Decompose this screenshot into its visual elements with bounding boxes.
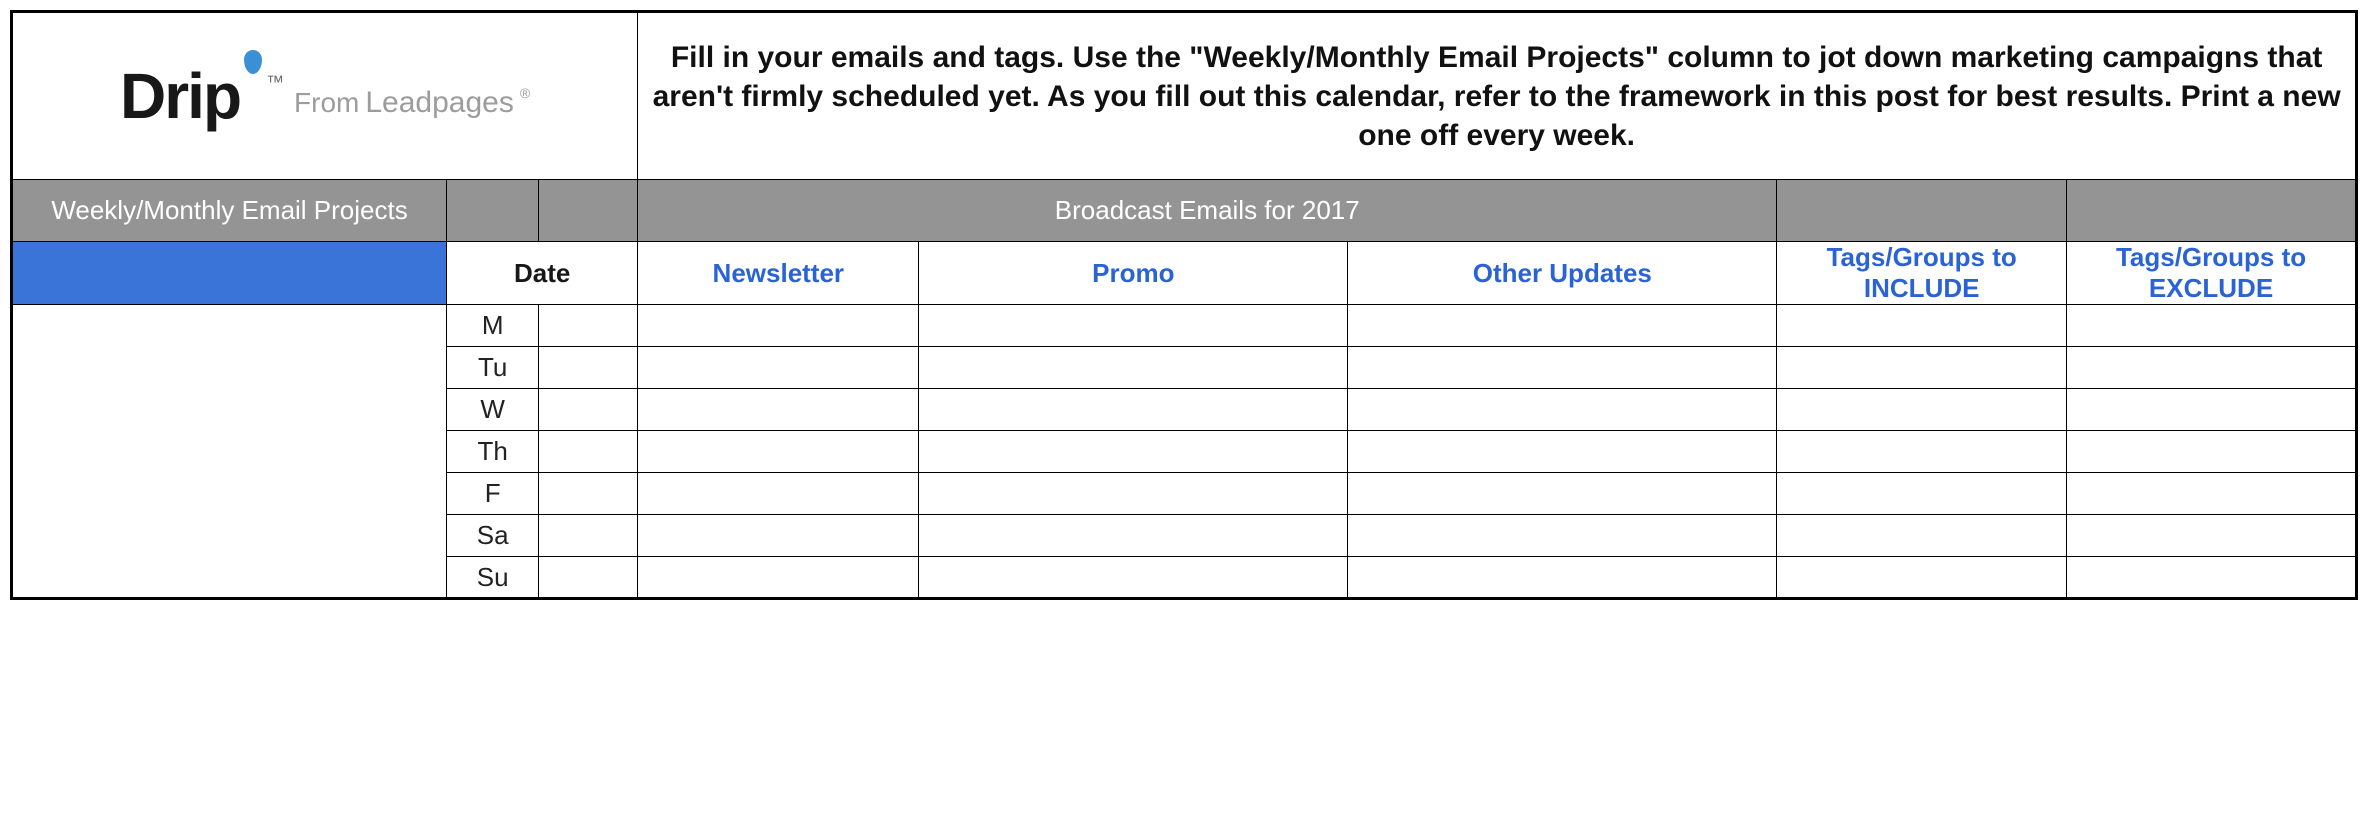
header-date: Date [447, 242, 638, 305]
include-cell[interactable] [1777, 389, 2067, 431]
day-label: Su [447, 557, 539, 599]
date-cell[interactable] [539, 515, 638, 557]
date-cell[interactable] [539, 305, 638, 347]
drip-logo: Drip ™ From Leadpages ® [110, 44, 540, 148]
other-cell[interactable] [1348, 389, 1777, 431]
newsletter-cell[interactable] [638, 389, 919, 431]
header-date-blank [539, 180, 638, 242]
day-label: Sa [447, 515, 539, 557]
logo-reg: ® [520, 85, 530, 101]
newsletter-cell[interactable] [638, 431, 919, 473]
include-cell[interactable] [1777, 473, 2067, 515]
date-cell[interactable] [539, 557, 638, 599]
other-cell[interactable] [1348, 557, 1777, 599]
promo-cell[interactable] [919, 389, 1348, 431]
exclude-cell[interactable] [2067, 557, 2357, 599]
logo-from: From [294, 87, 359, 119]
day-label: M [447, 305, 539, 347]
instructions-text: Fill in your emails and tags. Use the "W… [638, 12, 2357, 180]
include-cell[interactable] [1777, 515, 2067, 557]
promo-cell[interactable] [919, 347, 1348, 389]
newsletter-cell[interactable] [638, 515, 919, 557]
exclude-cell[interactable] [2067, 347, 2357, 389]
header-include: Tags/Groups to INCLUDE [1777, 242, 2067, 305]
date-cell[interactable] [539, 347, 638, 389]
header-exclude-blank [2067, 180, 2357, 242]
day-label: F [447, 473, 539, 515]
projects-body[interactable] [12, 305, 447, 599]
newsletter-cell[interactable] [638, 557, 919, 599]
header-exclude: Tags/Groups to EXCLUDE [2067, 242, 2357, 305]
header-include-blank [1777, 180, 2067, 242]
other-cell[interactable] [1348, 515, 1777, 557]
promo-cell[interactable] [919, 557, 1348, 599]
header-broadcast: Broadcast Emails for 2017 [638, 180, 1777, 242]
date-cell[interactable] [539, 473, 638, 515]
exclude-cell[interactable] [2067, 389, 2357, 431]
other-cell[interactable] [1348, 431, 1777, 473]
day-label: W [447, 389, 539, 431]
exclude-cell[interactable] [2067, 305, 2357, 347]
include-cell[interactable] [1777, 557, 2067, 599]
logo-tm: ™ [266, 72, 284, 93]
promo-cell[interactable] [919, 515, 1348, 557]
header-other: Other Updates [1348, 242, 1777, 305]
header-newsletter: Newsletter [638, 242, 919, 305]
logo-text: Drip [120, 64, 240, 128]
day-label: Th [447, 431, 539, 473]
calendar-table: Drip ™ From Leadpages ® Fill in your email… [10, 10, 2358, 600]
header-projects: Weekly/Monthly Email Projects [12, 180, 447, 242]
blue-cell-projects [12, 242, 447, 305]
exclude-cell[interactable] [2067, 473, 2357, 515]
header-day-blank [447, 180, 539, 242]
newsletter-cell[interactable] [638, 473, 919, 515]
promo-cell[interactable] [919, 305, 1348, 347]
include-cell[interactable] [1777, 431, 2067, 473]
include-cell[interactable] [1777, 347, 2067, 389]
header-promo: Promo [919, 242, 1348, 305]
day-label: Tu [447, 347, 539, 389]
date-cell[interactable] [539, 389, 638, 431]
drop-icon [244, 50, 262, 74]
newsletter-cell[interactable] [638, 347, 919, 389]
newsletter-cell[interactable] [638, 305, 919, 347]
exclude-cell[interactable] [2067, 515, 2357, 557]
exclude-cell[interactable] [2067, 431, 2357, 473]
promo-cell[interactable] [919, 431, 1348, 473]
other-cell[interactable] [1348, 473, 1777, 515]
promo-cell[interactable] [919, 473, 1348, 515]
logo-cell: Drip ™ From Leadpages ® [12, 12, 638, 180]
include-cell[interactable] [1777, 305, 2067, 347]
logo-brand: Leadpages [365, 86, 513, 120]
other-cell[interactable] [1348, 347, 1777, 389]
date-cell[interactable] [539, 431, 638, 473]
other-cell[interactable] [1348, 305, 1777, 347]
